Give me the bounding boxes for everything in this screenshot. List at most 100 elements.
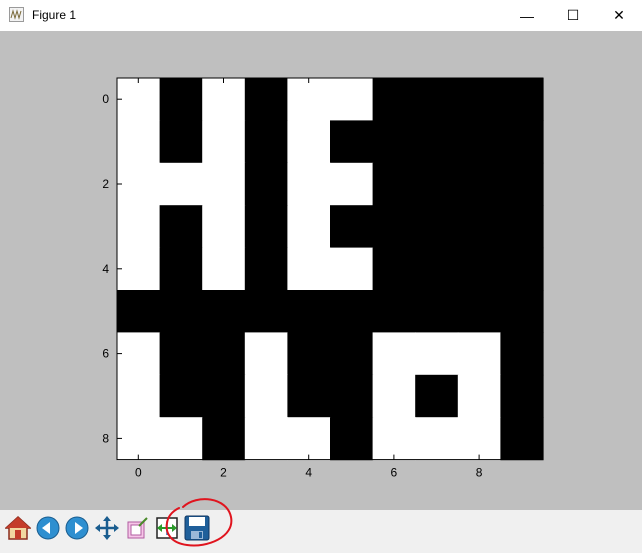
y-tick-label: 6: [102, 347, 109, 361]
heatmap-cell: [287, 247, 331, 291]
pan-button[interactable]: [93, 514, 121, 542]
heatmap-cell: [287, 162, 331, 206]
heatmap-cell: [117, 162, 161, 206]
heatmap-cell: [500, 205, 544, 249]
minimize-button[interactable]: —: [504, 0, 550, 31]
heatmap-cell: [202, 78, 246, 121]
heatmap-cell: [457, 332, 501, 376]
heatmap-cell: [202, 162, 246, 206]
heatmap-cell: [500, 290, 544, 333]
heatmap-cell: [457, 374, 501, 418]
heatmap-cell: [244, 374, 288, 418]
heatmap-cell: [372, 78, 416, 121]
y-tick-label: 4: [102, 262, 109, 276]
heatmap-cell: [415, 417, 459, 461]
back-button[interactable]: [34, 514, 62, 542]
heatmap-cell: [244, 78, 288, 121]
heatmap-cell: [372, 162, 416, 206]
heatmap-cell: [202, 205, 246, 249]
heatmap-cell: [117, 120, 161, 164]
heatmap-cell: [244, 332, 288, 376]
heatmap-cell: [415, 290, 459, 333]
heatmap-cell: [159, 332, 203, 376]
heatmap-cell: [202, 417, 246, 461]
heatmap-cell: [415, 374, 459, 418]
heatmap-cell: [330, 205, 374, 249]
heatmap-cell: [415, 162, 459, 206]
heatmap-cell: [159, 417, 203, 461]
heatmap-cell: [372, 247, 416, 291]
heatmap-cell: [457, 205, 501, 249]
heatmap-cell: [457, 162, 501, 206]
heatmap-cell: [159, 120, 203, 164]
heatmap-cell: [244, 290, 288, 333]
heatmap-cell: [287, 120, 331, 164]
heatmap-cell: [159, 247, 203, 291]
x-tick-label: 8: [476, 466, 483, 480]
heatmap-cell: [202, 374, 246, 418]
heatmap-cell: [117, 332, 161, 376]
heatmap-cell: [202, 120, 246, 164]
heatmap-cell: [330, 374, 374, 418]
zoom-button[interactable]: [123, 514, 151, 542]
heatmap-cell: [330, 247, 374, 291]
heatmap-cell: [415, 78, 459, 121]
heatmap-cell: [117, 417, 161, 461]
heatmap-cell: [372, 120, 416, 164]
forward-button[interactable]: [63, 514, 91, 542]
heatmap-cell: [500, 417, 544, 461]
heatmap-cell: [330, 332, 374, 376]
heatmap-cell: [287, 205, 331, 249]
heatmap-cell: [330, 290, 374, 333]
home-icon: [5, 515, 31, 540]
close-button[interactable]: ✕: [596, 0, 642, 31]
home-button[interactable]: [4, 514, 32, 542]
red-annotation-circle: [165, 498, 233, 547]
heatmap-cell: [117, 374, 161, 418]
heatmap-cell: [159, 78, 203, 121]
maximize-button[interactable]: ☐: [550, 0, 596, 31]
window-titlebar: Figure 1 — ☐ ✕: [0, 0, 642, 31]
x-tick-label: 6: [391, 466, 398, 480]
heatmap-cell: [244, 205, 288, 249]
heatmap-plot: 0 2 4 6 8 0 2 4 6 8: [102, 77, 544, 480]
heatmap-cell: [415, 247, 459, 291]
heatmap-cell: [202, 332, 246, 376]
heatmap-cell: [287, 332, 331, 376]
heatmap-cell: [159, 290, 203, 333]
heatmap-cell: [457, 290, 501, 333]
y-tick-label: 0: [102, 92, 109, 106]
heatmap-cell: [500, 332, 544, 376]
heatmap-cell: [330, 162, 374, 206]
figure-canvas[interactable]: 0 2 4 6 8 0 2 4 6 8: [0, 31, 642, 510]
heatmap-cell: [500, 78, 544, 121]
heatmap-cell: [372, 205, 416, 249]
heatmap-cell: [287, 290, 331, 333]
heatmap-cell: [330, 120, 374, 164]
heatmap-cell: [244, 247, 288, 291]
heatmap-cell: [244, 120, 288, 164]
figure-app-icon: [9, 7, 24, 22]
pan-icon: [95, 516, 119, 540]
heatmap-cell: [372, 417, 416, 461]
heatmap-cell: [415, 120, 459, 164]
heatmap-cell: [372, 374, 416, 418]
heatmap-cell: [202, 247, 246, 291]
heatmap-cell: [372, 332, 416, 376]
heatmap-cell: [330, 78, 374, 121]
zoom-icon: [127, 517, 148, 539]
heatmap-cell: [457, 78, 501, 121]
forward-icon: [65, 516, 89, 540]
heatmap-cell: [117, 247, 161, 291]
x-tick-label: 0: [135, 466, 142, 480]
x-tick-label: 4: [305, 466, 312, 480]
heatmap-cell: [500, 162, 544, 206]
heatmap-cell: [415, 332, 459, 376]
heatmap-cell: [500, 374, 544, 418]
heatmap-cell: [500, 247, 544, 291]
heatmap-cell: [159, 374, 203, 418]
heatmap-cell: [117, 78, 161, 121]
heatmap-cell: [117, 205, 161, 249]
back-icon: [36, 516, 60, 540]
heatmap-cell: [372, 290, 416, 333]
